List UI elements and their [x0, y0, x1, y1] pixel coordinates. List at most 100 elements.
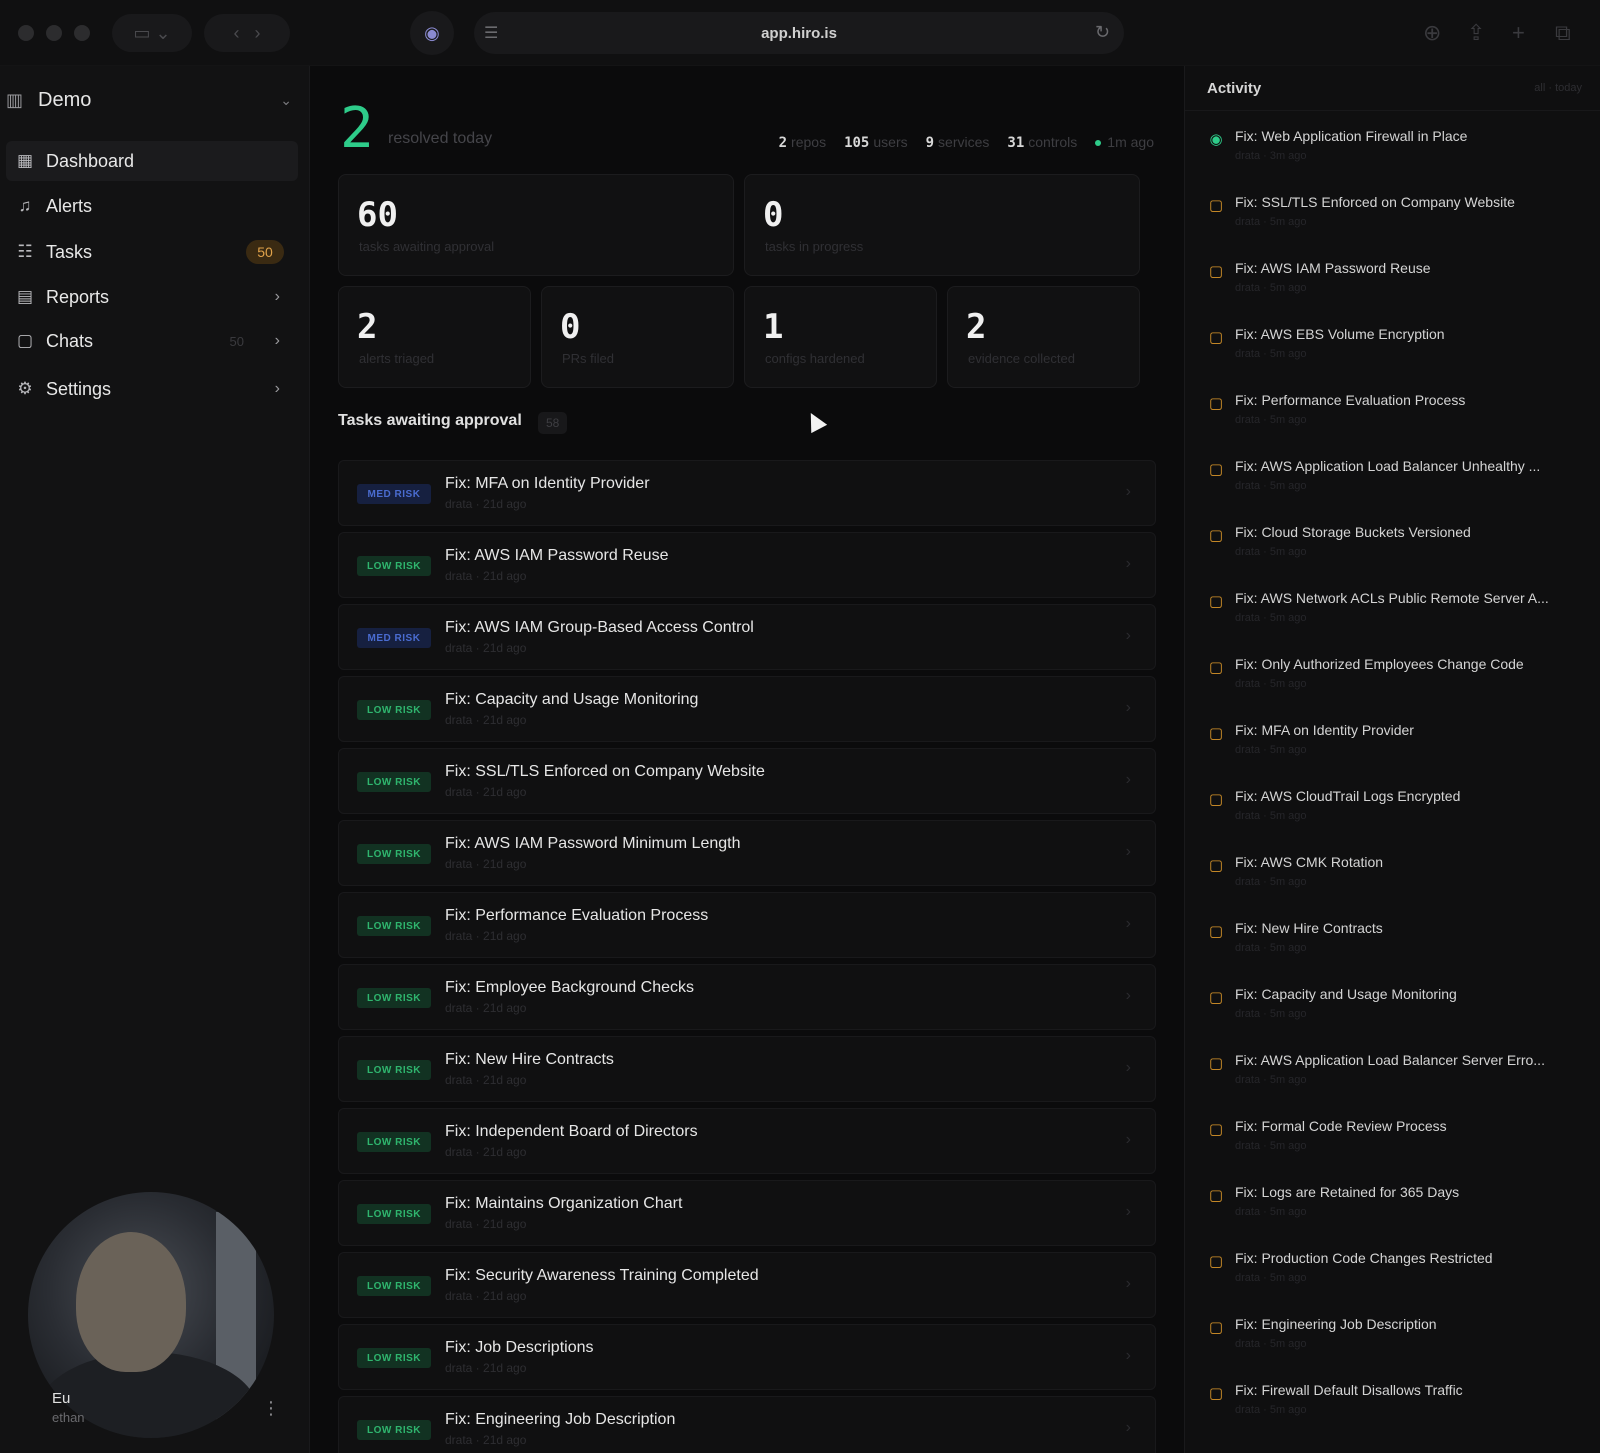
activity-meta: drata · 5m ago	[1235, 1404, 1307, 1416]
task-row[interactable]: LOW RISK Fix: AWS IAM Password Reuse drata…	[338, 532, 1156, 598]
metric-card-awaiting-approval[interactable]: 60 tasks awaiting approval	[338, 174, 734, 276]
task-row[interactable]: LOW RISK Fix: Independent Board of Direct…	[338, 1108, 1156, 1174]
risk-badge: LOW RISK	[357, 1132, 431, 1152]
window-minimize-button[interactable]	[46, 25, 62, 41]
activity-meta: drata · 5m ago	[1235, 612, 1307, 624]
activity-item[interactable]: ▢ Fix: Firewall Default Disallows Traffic…	[1207, 1382, 1591, 1434]
task-row[interactable]: LOW RISK Fix: Security Awareness Training…	[338, 1252, 1156, 1318]
summary-stats: 2 repos 105 users 9 services 31 controls 1m …	[779, 134, 1154, 151]
task-row[interactable]: LOW RISK Fix: SSL/TLS Enforced on Company…	[338, 748, 1156, 814]
sidebar-item-label: Reports	[46, 286, 110, 307]
pending-square-icon: ▢	[1208, 659, 1224, 676]
activity-item[interactable]: ▢ Fix: Logs are Retained for 365 Days drat…	[1207, 1184, 1591, 1236]
activity-text: Fix: AWS Application Load Balancer Unhea…	[1235, 458, 1541, 474]
sidebar-item-dashboard[interactable]: ▦ Dashboard	[6, 141, 298, 181]
tab-overview-icon: ☰	[484, 25, 499, 42]
activity-item[interactable]: ▢ Fix: New Hire Contracts drata · 5m ago	[1207, 920, 1591, 972]
tabs-overview-icon[interactable]: ⧉	[1555, 20, 1571, 46]
activity-item[interactable]: ▢ Fix: MFA on Identity Provider drata · 5m…	[1207, 722, 1591, 774]
activity-item[interactable]: ◉ Fix: Web Application Firewall in Place d…	[1207, 128, 1591, 180]
metric-card-evidence-collected[interactable]: 2 evidence collected	[947, 286, 1140, 388]
user-menu[interactable]: Eu ethan ⋮	[20, 1390, 300, 1430]
activity-meta: drata · 5m ago	[1235, 282, 1307, 294]
activity-item[interactable]: ▢ Fix: AWS CMK Rotation drata · 5m ago	[1207, 854, 1591, 906]
activity-item[interactable]: ▢ Fix: Capacity and Usage Monitoring drata…	[1207, 986, 1591, 1038]
pending-square-icon: ▢	[1208, 461, 1224, 478]
activity-text: Fix: AWS Application Load Balancer Serve…	[1235, 1052, 1545, 1068]
chevron-right-icon: ›	[1125, 1419, 1131, 1436]
sidebar-item-tasks[interactable]: ☷ Tasks 50	[6, 232, 298, 272]
activity-meta: drata · 5m ago	[1235, 1140, 1307, 1152]
task-row[interactable]: LOW RISK Fix: AWS IAM Password Minimum Le…	[338, 820, 1156, 886]
share-icon[interactable]: ⇪	[1467, 20, 1485, 46]
activity-item[interactable]: ▢ Fix: Production Code Changes Restricted…	[1207, 1250, 1591, 1302]
live-dot-icon	[1095, 140, 1102, 147]
chevron-down-icon: ⌄	[280, 91, 292, 108]
activity-item[interactable]: ▢ Fix: AWS EBS Volume Encryption drata · 5…	[1207, 326, 1591, 378]
risk-badge: LOW RISK	[357, 988, 431, 1008]
activity-item[interactable]: ▢ Fix: AWS IAM Password Reuse drata · 5m a…	[1207, 260, 1591, 312]
task-row[interactable]: LOW RISK Fix: Job Descriptions drata · 21d…	[338, 1324, 1156, 1390]
sidebar-item-label: Alerts	[46, 195, 93, 216]
metric-label: alerts triaged	[359, 351, 435, 366]
pending-square-icon: ▢	[1208, 1055, 1224, 1072]
sidebar-toggle-button[interactable]: ▭ ⌄	[112, 14, 192, 52]
activity-item[interactable]: ▢ Fix: Performance Evaluation Process drat…	[1207, 392, 1591, 444]
task-row[interactable]: MED RISK Fix: MFA on Identity Provider dra…	[338, 460, 1156, 526]
sidebar-item-alerts[interactable]: ♫ Alerts	[6, 186, 298, 226]
activity-meta: drata · 5m ago	[1235, 414, 1307, 426]
activity-item[interactable]: ▢ Fix: AWS Network ACLs Public Remote Ser…	[1207, 590, 1591, 642]
sidebar-item-chats[interactable]: ▢ Chats 50 ›	[6, 321, 298, 361]
task-row[interactable]: LOW RISK Fix: Employee Background Checks d…	[338, 964, 1156, 1030]
activity-meta: drata · 3m ago	[1235, 150, 1307, 162]
task-meta: drata · 21d ago	[445, 713, 527, 727]
task-row[interactable]: LOW RISK Fix: Engineering Job Description…	[338, 1396, 1156, 1453]
activity-item[interactable]: ▢ Fix: AWS CloudTrail Logs Encrypted drata…	[1207, 788, 1591, 840]
task-row[interactable]: LOW RISK Fix: Performance Evaluation Proc…	[338, 892, 1156, 958]
reload-icon[interactable]: ↻	[1095, 22, 1110, 43]
chevron-right-icon: ›	[1125, 987, 1131, 1004]
activity-item[interactable]: ▢ Fix: Formal Code Review Process drata · …	[1207, 1118, 1591, 1170]
user-email: ethan	[52, 1410, 85, 1425]
activity-text: Fix: Performance Evaluation Process	[1235, 392, 1466, 408]
metric-card-configs-hardened[interactable]: 1 configs hardened	[744, 286, 937, 388]
window-close-button[interactable]	[18, 25, 34, 41]
more-options-icon[interactable]: ⋮	[262, 1398, 280, 1419]
new-tab-icon[interactable]: +	[1512, 20, 1525, 46]
task-row[interactable]: LOW RISK Fix: Capacity and Usage Monitori…	[338, 676, 1156, 742]
activity-item[interactable]: ▢ Fix: AWS Application Load Balancer Serv…	[1207, 1052, 1591, 1104]
activity-item[interactable]: ▢ Fix: SSL/TLS Enforced on Company Websit…	[1207, 194, 1591, 246]
window-zoom-button[interactable]	[74, 25, 90, 41]
activity-item[interactable]: ▢ Fix: Cloud Storage Buckets Versioned dra…	[1207, 524, 1591, 576]
privacy-button[interactable]: ◉	[410, 11, 454, 55]
task-title: Fix: SSL/TLS Enforced on Company Website	[445, 763, 765, 780]
pending-square-icon: ▢	[1208, 725, 1224, 742]
metric-card-alerts-triaged[interactable]: 2 alerts triaged	[338, 286, 531, 388]
activity-filter[interactable]: all · today	[1534, 82, 1582, 94]
metric-card-in-progress[interactable]: 0 tasks in progress	[744, 174, 1140, 276]
activity-item[interactable]: ▢ Fix: Only Authorized Employees Change C…	[1207, 656, 1591, 708]
resolved-label: resolved today	[388, 130, 493, 147]
resolved-count: 2	[340, 96, 374, 161]
task-row[interactable]: MED RISK Fix: AWS IAM Group-Based Access …	[338, 604, 1156, 670]
webcam-person-face	[76, 1232, 186, 1372]
metric-card-prs-filed[interactable]: 0 PRs filed	[541, 286, 734, 388]
risk-badge: LOW RISK	[357, 916, 431, 936]
download-icon[interactable]: ⊕	[1423, 20, 1441, 46]
sidebar-item-settings[interactable]: ⚙ Settings ›	[6, 369, 298, 409]
chevron-right-icon: ›	[1125, 1347, 1131, 1364]
history-nav-buttons[interactable]: ‹ ›	[204, 14, 290, 52]
activity-meta: drata · 5m ago	[1235, 216, 1307, 228]
activity-item[interactable]: ▢ Fix: AWS Application Load Balancer Unhe…	[1207, 458, 1591, 510]
activity-text: Fix: Only Authorized Employees Change Co…	[1235, 656, 1524, 672]
task-meta: drata · 21d ago	[445, 929, 527, 943]
org-switcher[interactable]: ▥ Demo ⌄	[6, 83, 300, 117]
activity-item[interactable]: ▢ Fix: Engineering Job Description drata ·…	[1207, 1316, 1591, 1368]
sidebar-item-reports[interactable]: ▤ Reports ›	[6, 277, 298, 317]
task-row[interactable]: LOW RISK Fix: Maintains Organization Char…	[338, 1180, 1156, 1246]
stat-services: 9 services	[925, 134, 990, 151]
task-title: Fix: Security Awareness Training Complet…	[445, 1267, 759, 1284]
task-meta: drata · 21d ago	[445, 857, 527, 871]
task-row[interactable]: LOW RISK Fix: New Hire Contracts drata · 2…	[338, 1036, 1156, 1102]
address-bar[interactable]: ☰ app.hiro.is ↻	[474, 12, 1124, 54]
